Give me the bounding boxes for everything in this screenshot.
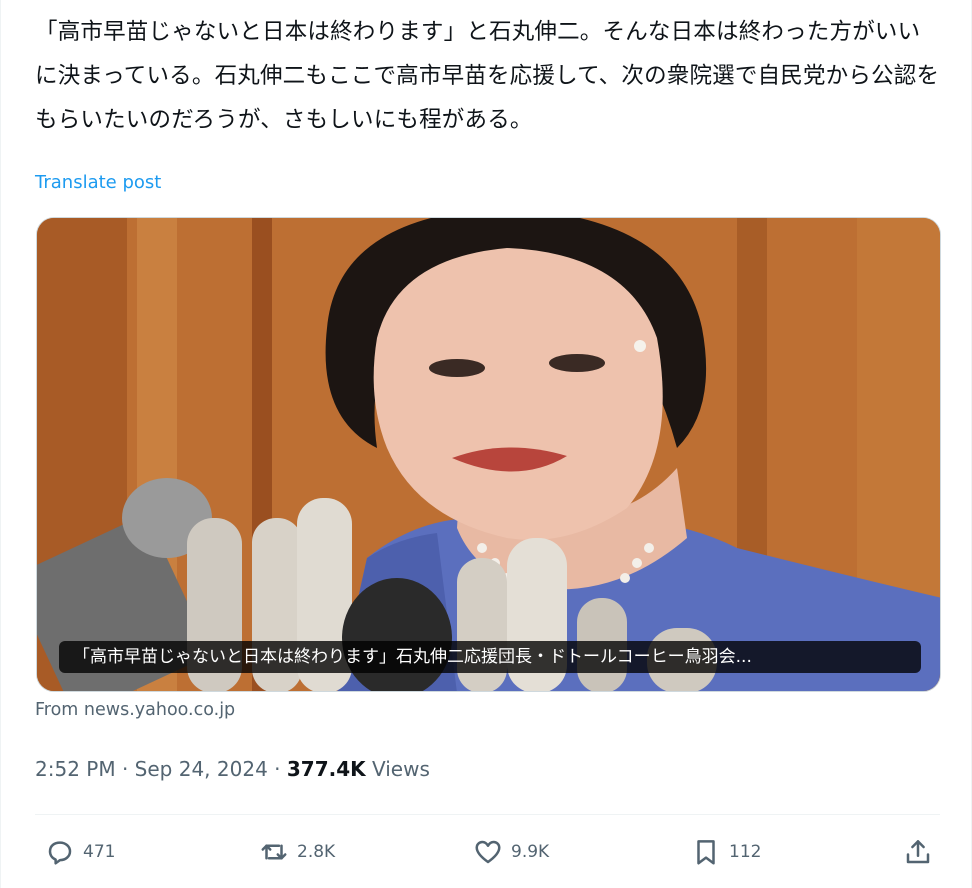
bookmark-count: 112 bbox=[729, 842, 762, 862]
share-icon bbox=[906, 840, 930, 864]
meta-separator: · bbox=[121, 757, 129, 781]
repost-count: 2.8K bbox=[297, 842, 336, 862]
divider bbox=[35, 814, 940, 815]
post-time[interactable]: 2:52 PM bbox=[35, 757, 116, 781]
like-button[interactable]: 9.9K bbox=[473, 830, 549, 874]
translate-post-link[interactable]: Translate post bbox=[35, 172, 161, 193]
meta-separator: · bbox=[274, 757, 281, 781]
repost-icon bbox=[261, 844, 287, 860]
action-bar: 471 2.8K 9.9K 112 bbox=[1, 830, 972, 874]
like-count: 9.9K bbox=[511, 842, 550, 862]
reply-count: 471 bbox=[83, 842, 116, 862]
post-text: 「高市早苗じゃないと日本は終わります」と石丸伸二。そんな日本は終わった方がいいに… bbox=[35, 19, 940, 133]
tweet-container: 「高市早苗じゃないと日本は終わります」と石丸伸二。そんな日本は終わった方がいいに… bbox=[0, 0, 972, 888]
views-count: 377.4K bbox=[286, 757, 366, 781]
repost-button[interactable]: 2.8K bbox=[259, 830, 335, 874]
share-button[interactable] bbox=[903, 830, 933, 874]
post-meta: 2:52 PM · Sep 24, 2024 · 377.4K Views bbox=[35, 754, 430, 784]
bookmark-button[interactable]: 112 bbox=[691, 830, 761, 874]
reply-icon bbox=[48, 841, 72, 865]
card-caption: 「高市早苗じゃないと日本は終わります」石丸伸二応援団長・ドトールコーヒー鳥羽会.… bbox=[59, 641, 921, 673]
news-photo bbox=[37, 218, 940, 691]
heart-icon bbox=[475, 840, 501, 864]
post-date[interactable]: Sep 24, 2024 bbox=[135, 757, 268, 781]
card-source[interactable]: From news.yahoo.co.jp bbox=[35, 700, 235, 720]
link-card[interactable]: 「高市早苗じゃないと日本は終わります」石丸伸二応援団長・ドトールコーヒー鳥羽会.… bbox=[36, 217, 941, 692]
views-label: Views bbox=[372, 757, 430, 781]
reply-button[interactable]: 471 bbox=[45, 830, 115, 874]
bookmark-icon bbox=[697, 840, 715, 865]
